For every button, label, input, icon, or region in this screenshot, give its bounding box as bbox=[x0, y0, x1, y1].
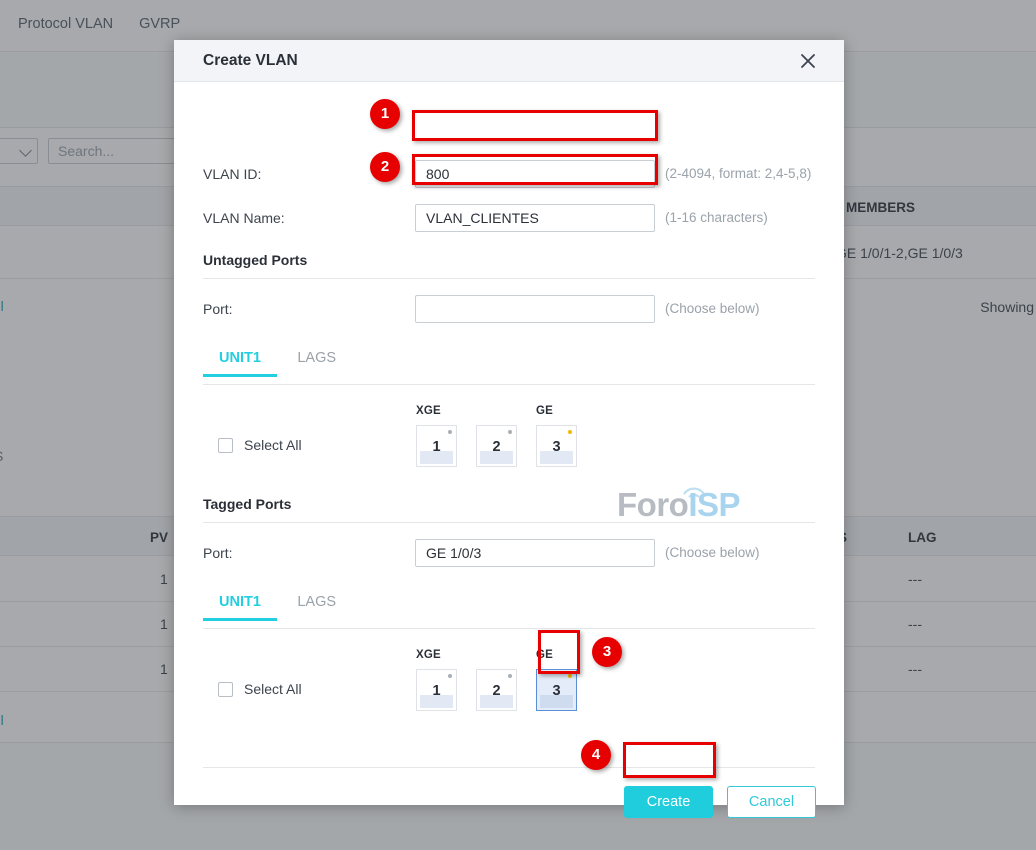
watermark-text-isp: ISP bbox=[688, 486, 741, 523]
port-connector bbox=[480, 695, 513, 708]
port-status-dot bbox=[448, 430, 452, 434]
port-ge-3-tagged[interactable]: 3 bbox=[536, 669, 577, 711]
vlan-name-input[interactable]: VLAN_CLIENTES bbox=[415, 204, 655, 232]
tagged-ports-title: Tagged Ports bbox=[203, 496, 292, 512]
cancel-button[interactable]: Cancel bbox=[727, 786, 816, 818]
tab-unit1-untagged[interactable]: UNIT1 bbox=[203, 350, 277, 377]
foroisp-watermark: ForoISP bbox=[617, 486, 741, 524]
port-status-dot bbox=[508, 430, 512, 434]
port-status-dot bbox=[508, 674, 512, 678]
untagged-tabs-divider bbox=[203, 384, 815, 385]
untagged-select-all-checkbox[interactable] bbox=[218, 437, 233, 453]
untagged-port-hint: (Choose below) bbox=[665, 301, 760, 316]
port-connector bbox=[540, 695, 573, 708]
create-button[interactable]: Create bbox=[624, 786, 713, 818]
untagged-select-all-label: Select All bbox=[244, 437, 302, 453]
vlan-name-label: VLAN Name: bbox=[203, 210, 285, 226]
port-xge-2-tagged[interactable]: 2 bbox=[476, 669, 517, 711]
tab-lags-tagged[interactable]: LAGS bbox=[281, 594, 352, 621]
untagged-group-label-ge: GE bbox=[536, 405, 554, 417]
tagged-tabs-divider bbox=[203, 628, 815, 629]
close-icon[interactable] bbox=[798, 51, 818, 71]
tab-unit1-tagged[interactable]: UNIT1 bbox=[203, 594, 277, 621]
port-connector bbox=[540, 451, 573, 464]
annotation-badge-1: 1 bbox=[370, 99, 400, 129]
tagged-divider bbox=[203, 522, 815, 523]
untagged-port-label: Port: bbox=[203, 301, 233, 317]
untagged-port-input[interactable] bbox=[415, 295, 655, 323]
tagged-tabs: UNIT1 LAGS bbox=[203, 593, 352, 621]
tab-lags-untagged[interactable]: LAGS bbox=[281, 350, 352, 377]
annotation-badge-4: 4 bbox=[581, 740, 611, 770]
annotation-badge-2: 2 bbox=[370, 152, 400, 182]
port-xge-2-untagged[interactable]: 2 bbox=[476, 425, 517, 467]
untagged-tabs: UNIT1 LAGS bbox=[203, 349, 352, 377]
tagged-port-input[interactable]: GE 1/0/3 bbox=[415, 539, 655, 567]
tagged-port-label: Port: bbox=[203, 545, 233, 561]
port-status-dot bbox=[448, 674, 452, 678]
vlan-id-hint: (2-4094, format: 2,4-5,8) bbox=[665, 166, 812, 181]
port-xge-1-tagged[interactable]: 1 bbox=[416, 669, 457, 711]
port-connector bbox=[420, 451, 453, 464]
port-connector bbox=[480, 451, 513, 464]
port-status-dot bbox=[568, 674, 572, 678]
untagged-divider bbox=[203, 278, 815, 279]
wifi-arc-icon bbox=[683, 487, 705, 498]
footer-divider bbox=[203, 767, 815, 768]
vlan-id-label: VLAN ID: bbox=[203, 166, 262, 182]
create-vlan-dialog: Create VLAN VLAN ID: 800 (2-4094, format… bbox=[174, 40, 844, 818]
tagged-group-label-ge: GE bbox=[536, 649, 554, 661]
port-ge-3-untagged[interactable]: 3 bbox=[536, 425, 577, 467]
tagged-group-label-xge: XGE bbox=[416, 649, 441, 661]
untagged-select-all[interactable]: Select All bbox=[218, 437, 302, 453]
tagged-port-hint: (Choose below) bbox=[665, 545, 760, 560]
port-status-dot bbox=[568, 430, 572, 434]
vlan-id-input[interactable]: 800 bbox=[415, 160, 655, 188]
untagged-group-label-xge: XGE bbox=[416, 405, 441, 417]
annotation-badge-3: 3 bbox=[592, 637, 622, 667]
watermark-text-foro: Foro bbox=[617, 486, 689, 523]
screen: Protocol VLAN GVRP Search... MEMBERS GE … bbox=[0, 0, 1036, 850]
dialog-title: Create VLAN bbox=[203, 52, 298, 69]
port-connector bbox=[420, 695, 453, 708]
vlan-name-hint: (1-16 characters) bbox=[665, 210, 768, 225]
dialog-header: Create VLAN bbox=[174, 40, 844, 82]
untagged-ports-title: Untagged Ports bbox=[203, 252, 308, 268]
tagged-select-all-checkbox[interactable] bbox=[218, 681, 233, 697]
tagged-select-all[interactable]: Select All bbox=[218, 681, 302, 697]
dialog-body: VLAN ID: 800 (2-4094, format: 2,4-5,8) V… bbox=[174, 82, 844, 818]
tagged-select-all-label: Select All bbox=[244, 681, 302, 697]
port-xge-1-untagged[interactable]: 1 bbox=[416, 425, 457, 467]
